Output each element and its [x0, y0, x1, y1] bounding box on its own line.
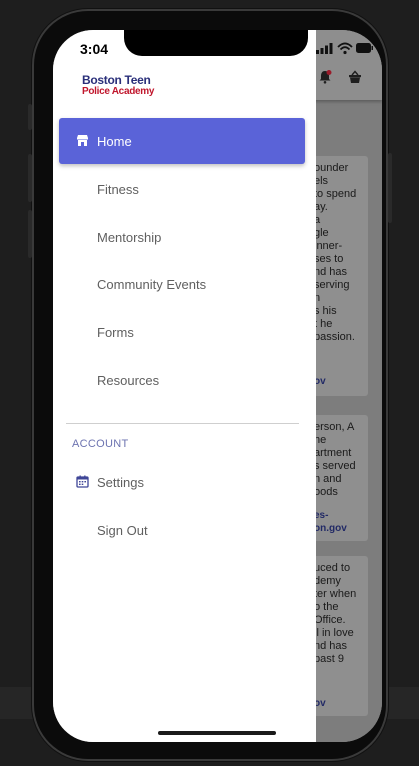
- signal-icon: [316, 43, 333, 54]
- wifi-icon: [337, 42, 353, 55]
- nav-item-resources[interactable]: Resources: [59, 357, 305, 403]
- nav-item-forms[interactable]: Forms: [59, 309, 305, 355]
- phone-screen: ounder els to spend ay. a gle inner- ses…: [53, 30, 382, 742]
- background-card-text: ounder els to spend ay. a gle inner- ses…: [314, 162, 357, 343]
- phone-mute-switch: [28, 104, 32, 130]
- nav-item-label: Settings: [97, 474, 144, 490]
- battery-icon: [356, 43, 373, 53]
- store-icon: [77, 135, 88, 146]
- nav-item-label: Home: [97, 133, 132, 149]
- phone-volume-up: [28, 154, 32, 202]
- basket-icon: [349, 70, 361, 83]
- app-logo[interactable]: Boston Teen Police Academy: [82, 73, 155, 97]
- calendar-icon: [76, 475, 89, 488]
- phone-volume-down: [28, 210, 32, 258]
- nav-item-sign-out[interactable]: Sign Out: [59, 507, 305, 553]
- nav-item-community-events[interactable]: Community Events: [59, 261, 305, 307]
- logo-line-1: Boston Teen: [82, 73, 151, 87]
- background-card-text: erson, A he artment s served n and oods: [314, 421, 356, 498]
- status-bar-time: 3:04: [80, 41, 109, 57]
- bell-icon: [319, 70, 332, 84]
- logo-line-2: Police Academy: [82, 86, 155, 97]
- nav-item-label: Resources: [97, 372, 160, 388]
- nav-item-label: Fitness: [97, 181, 139, 197]
- nav-item-mentorship[interactable]: Mentorship: [59, 214, 305, 260]
- background-card-text: uced to demy ter when o the Office. ll i…: [314, 562, 357, 665]
- phone-power-button: [388, 153, 392, 223]
- background-card-link: es- on.gov: [314, 510, 347, 534]
- status-bar-icons: [316, 42, 373, 55]
- nav-item-label: Mentorship: [97, 229, 162, 245]
- account-section-title: ACCOUNT: [72, 438, 129, 450]
- nav-item-fitness[interactable]: Fitness: [59, 166, 305, 212]
- nav-item-settings[interactable]: Settings: [59, 459, 305, 505]
- drawer-divider: [66, 423, 299, 424]
- nav-item-label: Community Events: [97, 276, 207, 292]
- nav-item-home[interactable]: Home: [59, 118, 305, 164]
- nav-item-label: Forms: [97, 324, 134, 340]
- navigation-drawer: 3:04 Boston Teen Police Academy Home Fit…: [53, 30, 316, 742]
- phone-notch: [124, 30, 308, 56]
- nav-item-label: Sign Out: [97, 522, 148, 538]
- home-indicator[interactable]: [158, 731, 276, 735]
